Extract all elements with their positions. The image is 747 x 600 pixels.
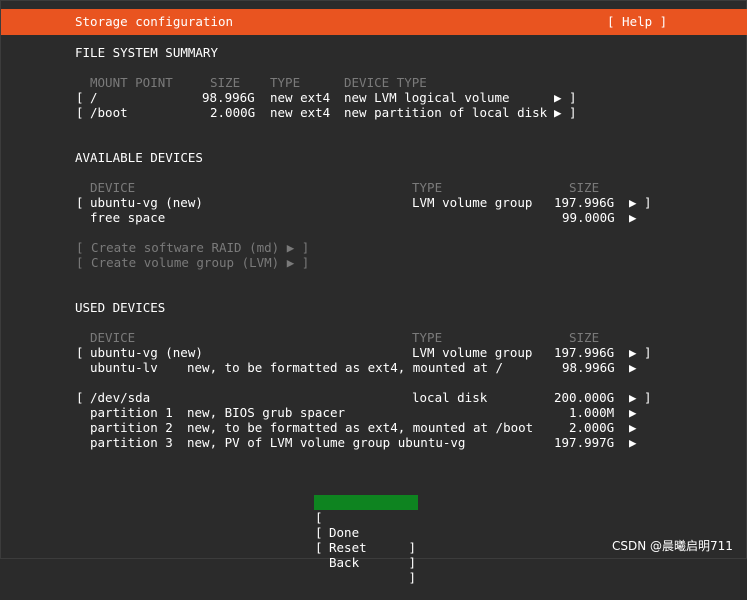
size-cell: 197.996G <box>554 345 615 360</box>
watermark-label: CSDN @晨曦启明711 <box>612 539 733 553</box>
description-cell: new, to be formatted as ext4, mounted at… <box>187 360 504 375</box>
size-cell: 197.997G <box>554 435 615 450</box>
size-cell: 98.996G <box>562 360 615 375</box>
fs-summary-header-row: MOUNT POINT SIZE TYPE DEVICE TYPE <box>1 75 747 90</box>
type-cell: LVM volume group <box>412 195 533 210</box>
row-menu-arrow-icon[interactable]: ▶ <box>629 420 637 435</box>
device-type-column-header: DEVICE TYPE <box>344 75 427 90</box>
available-row-free-space[interactable]: free space 99.000G ▶ <box>1 210 747 225</box>
device-cell: ubuntu-lv <box>90 360 158 375</box>
mount-point-column-header: MOUNT POINT <box>90 75 173 90</box>
button-open-bracket: [ <box>315 540 323 555</box>
device-cell: ubuntu-vg (new) <box>90 195 203 210</box>
description-cell: new, PV of LVM volume group ubuntu-vg <box>187 435 466 450</box>
create-raid-button-row: [ Create software RAID (md) ▶ ] <box>1 240 747 255</box>
row-menu-arrow-icon[interactable]: ▶ <box>629 405 637 420</box>
create-volume-group-button[interactable]: [ Create volume group (LVM) ▶ ] <box>76 255 309 270</box>
row-menu-arrow-icon[interactable]: ▶ ] <box>629 195 652 210</box>
size-cell: 2.000G <box>569 420 615 435</box>
used-row-ubuntu-lv[interactable]: ubuntu-lv new, to be formatted as ext4, … <box>1 360 747 375</box>
type-column-header: TYPE <box>412 330 443 345</box>
reset-button[interactable]: [ Reset ] <box>314 510 418 570</box>
button-close-bracket: ] <box>408 555 416 570</box>
used-row-partition-3[interactable]: partition 3 new, PV of LVM volume group … <box>1 435 747 450</box>
row-menu-arrow-icon[interactable]: ▶ ] <box>554 105 577 120</box>
mount-point-cell: /boot <box>90 105 128 120</box>
row-menu-arrow-icon[interactable]: ▶ ] <box>629 345 652 360</box>
help-button[interactable]: [ Help ] <box>607 14 667 29</box>
device-cell: ubuntu-vg (new) <box>90 345 203 360</box>
size-cell: 197.996G <box>554 195 615 210</box>
size-cell: 99.000G <box>562 210 615 225</box>
page-title: Storage configuration <box>75 14 234 29</box>
done-button[interactable]: [ Done ] <box>314 495 418 555</box>
size-cell: 2.000G <box>210 105 256 120</box>
fs-summary-row-root[interactable]: [ / 98.996G new ext4 new LVM logical vol… <box>1 90 747 105</box>
used-row-dev-sda[interactable]: [ /dev/sda local disk 200.000G ▶ ] <box>1 390 747 405</box>
available-devices-heading: AVAILABLE DEVICES <box>75 150 203 165</box>
row-menu-arrow-icon[interactable]: ▶ <box>629 435 637 450</box>
type-column-header: TYPE <box>270 75 301 90</box>
device-cell: free space <box>90 210 166 225</box>
row-open-bracket: [ <box>76 195 84 210</box>
description-cell: new, to be formatted as ext4, mounted at… <box>187 420 534 435</box>
button-close-bracket: ] <box>408 540 416 555</box>
type-column-header: TYPE <box>412 180 443 195</box>
row-open-bracket: [ <box>76 345 84 360</box>
back-button[interactable]: [ Back ] <box>314 525 418 585</box>
used-devices-heading: USED DEVICES <box>75 300 166 315</box>
mount-point-cell: / <box>90 90 98 105</box>
row-menu-arrow-icon[interactable]: ▶ <box>629 360 637 375</box>
create-vg-button-row: [ Create volume group (LVM) ▶ ] <box>1 255 747 270</box>
type-cell: local disk <box>412 390 488 405</box>
device-cell: partition 1 <box>90 405 173 420</box>
fs-summary-row-boot[interactable]: [ /boot 2.000G new ext4 new partition of… <box>1 105 747 120</box>
title-bar: Storage configuration [ Help ] <box>1 9 747 35</box>
available-row-ubuntu-vg[interactable]: [ ubuntu-vg (new) LVM volume group 197.9… <box>1 195 747 210</box>
available-header-row: DEVICE TYPE SIZE <box>1 180 747 195</box>
description-cell: new, BIOS grub spacer <box>187 405 346 420</box>
fs-summary-heading: FILE SYSTEM SUMMARY <box>75 45 218 60</box>
type-cell: new ext4 <box>270 105 331 120</box>
row-menu-arrow-icon[interactable]: ▶ ] <box>629 390 652 405</box>
row-menu-arrow-icon[interactable]: ▶ <box>629 210 637 225</box>
row-open-bracket: [ <box>76 105 84 120</box>
back-button-label: Back <box>329 555 360 570</box>
device-cell: partition 2 <box>90 420 173 435</box>
used-row-ubuntu-vg[interactable]: [ ubuntu-vg (new) LVM volume group 197.9… <box>1 345 747 360</box>
size-cell: 200.000G <box>554 390 615 405</box>
size-cell: 1.000M <box>569 405 615 420</box>
used-row-partition-2[interactable]: partition 2 new, to be formatted as ext4… <box>1 420 747 435</box>
device-cell: /dev/sda <box>90 390 151 405</box>
size-column-header: SIZE <box>569 180 600 195</box>
device-column-header: DEVICE <box>90 180 136 195</box>
create-software-raid-button[interactable]: [ Create software RAID (md) ▶ ] <box>76 240 309 255</box>
button-close-bracket: ] <box>408 570 416 585</box>
device-column-header: DEVICE <box>90 330 136 345</box>
device-type-cell: new partition of local disk <box>344 105 548 120</box>
used-header-row: DEVICE TYPE SIZE <box>1 330 747 345</box>
device-cell: partition 3 <box>90 435 173 450</box>
row-open-bracket: [ <box>76 90 84 105</box>
size-column-header: SIZE <box>569 330 600 345</box>
type-cell: new ext4 <box>270 90 331 105</box>
row-menu-arrow-icon[interactable]: ▶ ] <box>554 90 577 105</box>
device-type-cell: new LVM logical volume <box>344 90 510 105</box>
size-cell: 98.996G <box>202 90 255 105</box>
size-column-header: SIZE <box>210 75 241 90</box>
used-row-partition-1[interactable]: partition 1 new, BIOS grub spacer 1.000M… <box>1 405 747 420</box>
row-open-bracket: [ <box>76 390 84 405</box>
type-cell: LVM volume group <box>412 345 533 360</box>
installer-screen: Storage configuration [ Help ] FILE SYST… <box>0 0 747 585</box>
